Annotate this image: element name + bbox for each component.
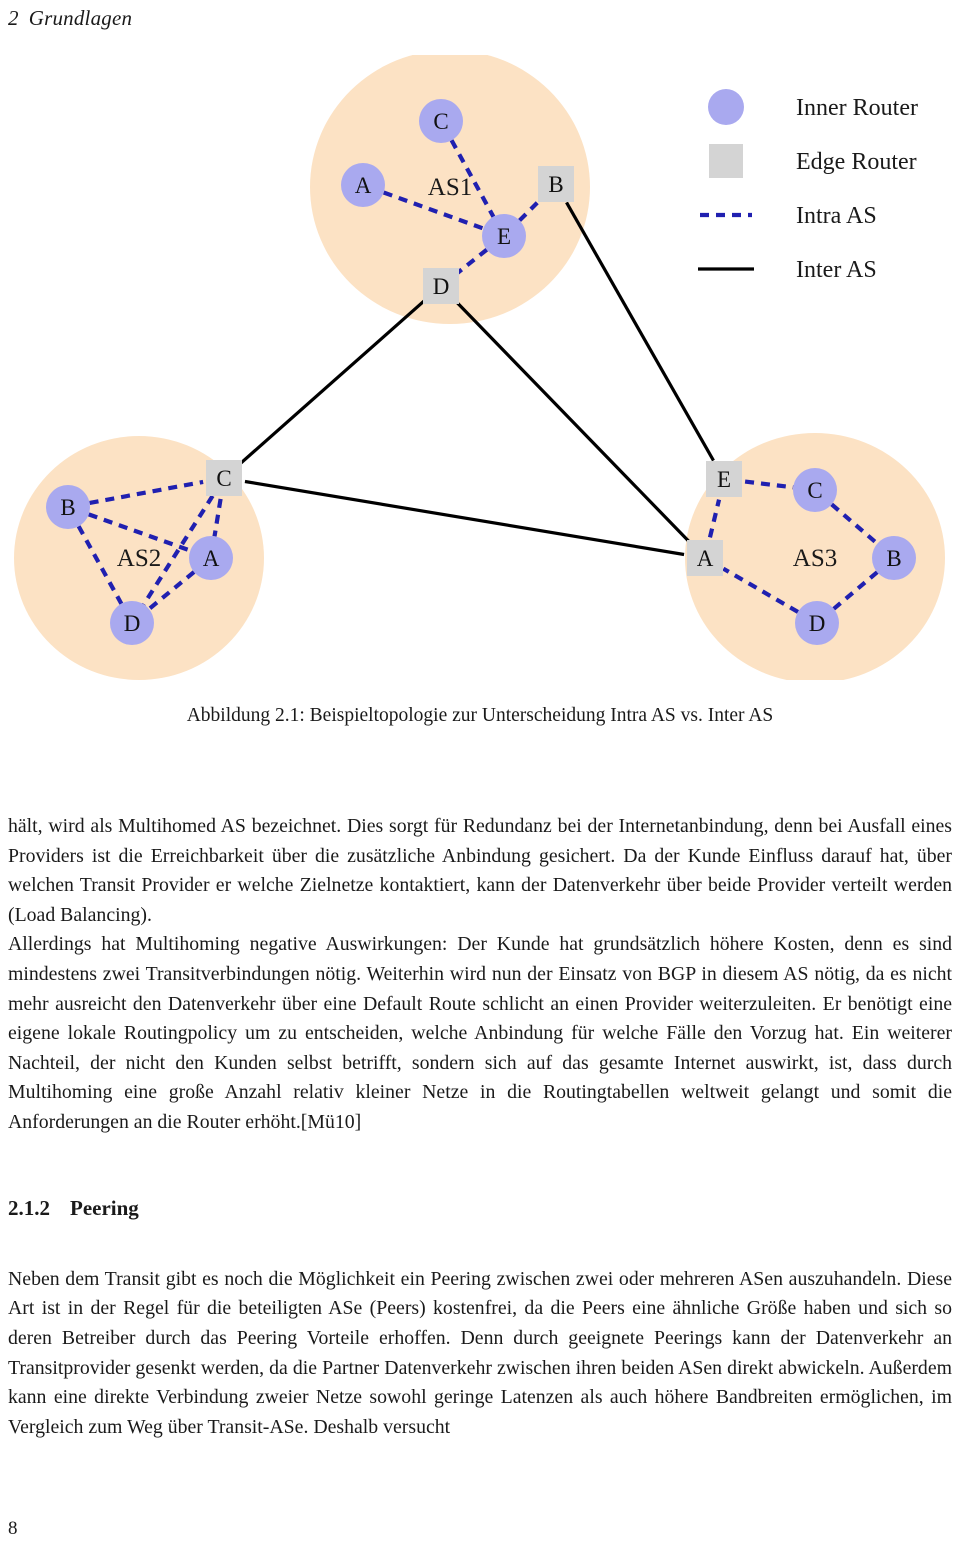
inter-as-link: [238, 298, 427, 466]
router-label: A: [355, 173, 372, 198]
router-label: E: [717, 467, 731, 492]
page-number: 8: [8, 1518, 18, 1539]
legend-label: Edge Router: [796, 149, 917, 175]
body-text-block-1: hält, wird als Multihomed AS bezeichnet.…: [8, 812, 952, 1138]
body-text-block-2: Neben dem Transit gibt es noch die Mögli…: [8, 1245, 952, 1462]
router-node-as3-d[interactable]: D: [795, 601, 839, 645]
legend-item-edge-router: Edge Router: [709, 144, 917, 178]
router-label: C: [807, 478, 822, 503]
inter-as-link: [565, 201, 715, 462]
router-node-as2-b[interactable]: B: [46, 485, 90, 529]
figure-caption: Abbildung 2.1: Beispieltopologie zur Unt…: [186, 705, 774, 726]
legend-item-inter-as: Inter AS: [698, 257, 877, 283]
router-node-as2-c[interactable]: C: [206, 460, 242, 496]
subsection-heading: 2.1.2 Peering: [8, 1196, 952, 1221]
legend-label: Inter AS: [796, 257, 877, 283]
router-label: A: [697, 546, 714, 571]
router-node-as3-a[interactable]: A: [687, 540, 723, 576]
router-node-as1-b[interactable]: B: [538, 166, 574, 202]
subsection-number: 2.1.2: [8, 1196, 50, 1220]
legend-item-intra-as: Intra AS: [700, 203, 877, 229]
router-node-as2-a[interactable]: A: [189, 536, 233, 580]
router-node-as1-d[interactable]: D: [423, 268, 459, 304]
as-label-as2: AS2: [117, 545, 161, 572]
router-node-as3-b[interactable]: B: [872, 536, 916, 580]
paragraph: Allerdings hat Multihoming negative Ausw…: [8, 933, 952, 1133]
inter-as-link: [244, 479, 685, 557]
router-node-as2-d[interactable]: D: [110, 601, 154, 645]
paragraph: Neben dem Transit gibt es noch die Mögli…: [8, 1267, 952, 1438]
router-label: D: [809, 611, 826, 636]
paragraph: hält, wird als Multihomed AS bezeichnet.…: [8, 815, 952, 926]
running-header-title: Grundlagen: [28, 6, 133, 30]
router-label: E: [497, 224, 511, 249]
edge-router-icon: [709, 144, 743, 178]
router-node-as3-c[interactable]: C: [793, 468, 837, 512]
router-node-as1-c[interactable]: C: [419, 99, 463, 143]
running-header-number: 2: [8, 6, 19, 30]
router-node-as1-e[interactable]: E: [482, 214, 526, 258]
subsection-title: Peering: [70, 1196, 139, 1220]
document-page: 2 Grundlagen AS1 AS2 AS3 C A E B D C B A D E C B A D Inn…: [0, 0, 960, 1558]
router-node-as3-e[interactable]: E: [706, 461, 742, 497]
running-header: 2 Grundlagen: [8, 6, 132, 31]
inner-router-icon: [708, 89, 744, 125]
router-label: D: [433, 274, 450, 299]
router-label: D: [124, 611, 141, 636]
router-label: C: [433, 109, 448, 134]
figure-topology: AS1 AS2 AS3 C A E B D C B A D E C B A D Inner Router Edg…: [0, 55, 960, 680]
router-label: B: [886, 546, 901, 571]
as-label-as1: AS1: [428, 174, 472, 201]
inter-as-link: [454, 300, 692, 544]
router-label: B: [548, 172, 563, 197]
as-label-as3: AS3: [793, 545, 837, 572]
legend-label: Intra AS: [796, 203, 877, 229]
legend: Inner Router Edge Router Intra AS Inter AS: [698, 89, 918, 283]
router-label: C: [216, 466, 231, 491]
router-node-as1-a[interactable]: A: [341, 163, 385, 207]
router-label: B: [60, 495, 75, 520]
topology-diagram: AS1 AS2 AS3 C A E B D C B A D E C B A D Inner Router Edg…: [14, 55, 945, 680]
router-label: A: [203, 546, 220, 571]
legend-item-inner-router: Inner Router: [708, 89, 918, 125]
legend-label: Inner Router: [796, 95, 918, 121]
